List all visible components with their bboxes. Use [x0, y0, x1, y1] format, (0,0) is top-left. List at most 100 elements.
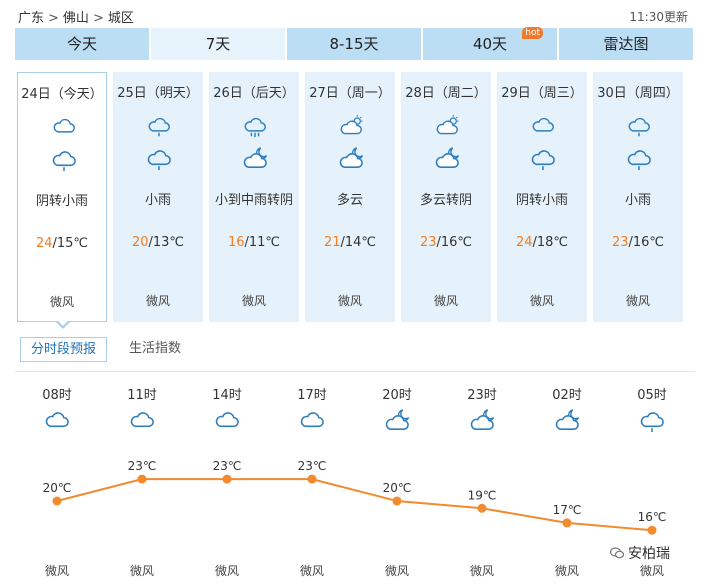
tab-label: 7天	[205, 35, 231, 53]
day-date: 28日（周二）	[405, 86, 487, 101]
hour-wind: 微风	[214, 564, 239, 578]
breadcrumb-separator: >	[92, 11, 104, 26]
breadcrumb-separator: >	[48, 11, 59, 26]
top-bar: 广东 > 佛山 > 城区 11:30更新	[0, 0, 708, 28]
low-temp: /14℃	[340, 235, 377, 250]
watermark: 安柏瑞	[610, 543, 670, 563]
tab-40-days[interactable]: 40天 hot	[423, 27, 557, 60]
cloudy-night-icon	[382, 408, 412, 434]
hour-time: 20时	[382, 388, 412, 403]
day-date: 26日（后天）	[213, 86, 295, 101]
cloudy-icon	[50, 115, 78, 139]
cloudy-icon	[212, 408, 242, 434]
hour-wind: 微风	[469, 564, 494, 578]
low-temp: /18℃	[532, 235, 569, 250]
hour-time: 14时	[212, 388, 242, 403]
day-card[interactable]: 24日（今天） 阴转小雨 24/15℃ 微风	[17, 72, 107, 322]
light-rain-icon	[625, 114, 653, 138]
tab-radar[interactable]: 雷达图	[559, 28, 693, 60]
day-weather: 小到中雨转阴	[214, 193, 293, 208]
day-wind: 微风	[625, 294, 650, 308]
tab-8-15-days[interactable]: 8-15天	[287, 28, 421, 60]
hour-wind: 微风	[299, 564, 324, 578]
tab-label: 40天	[472, 35, 508, 53]
light-rain-icon	[145, 146, 173, 172]
high-temp: 24	[35, 236, 53, 251]
hour-time: 11时	[127, 388, 157, 403]
high-temp: 24	[515, 235, 533, 250]
day-weather: 小雨	[624, 193, 651, 208]
cloudy-icon	[42, 408, 72, 434]
update-time: 11:30更新	[629, 10, 688, 24]
hour-time: 02时	[552, 388, 582, 403]
light-rain-icon	[50, 147, 78, 173]
day-weather: 多云转阴	[419, 193, 472, 208]
high-temp: 23	[611, 235, 629, 250]
wechat-logo-icon	[610, 547, 624, 559]
day-wind: 微风	[145, 294, 170, 308]
hour-wind: 微风	[384, 564, 409, 578]
low-temp: /15℃	[52, 236, 89, 251]
high-temp: 20	[131, 235, 149, 250]
moderate-rain-icon	[241, 114, 269, 138]
partly-cloudy-night-icon	[337, 146, 365, 172]
cloudy-night-icon	[467, 408, 497, 434]
day-card[interactable]: 25日（明天） 小雨 20/13℃ 微风	[113, 72, 203, 322]
high-temp: 21	[323, 235, 341, 250]
low-temp: /11℃	[244, 235, 281, 250]
day-weather: 多云	[336, 193, 363, 208]
high-temp: 23	[419, 235, 437, 250]
low-temp: /13℃	[148, 235, 185, 250]
sub-tabs: 分时段预报 生活指数	[20, 337, 203, 362]
high-temp: 16	[227, 235, 245, 250]
tab-life-index[interactable]: 生活指数	[119, 337, 191, 362]
day-wind: 微风	[337, 294, 362, 308]
breadcrumb-district[interactable]: 城区	[108, 11, 134, 26]
day-card[interactable]: 27日（周一） 多云 21/14℃ 微风	[305, 72, 395, 322]
day-card[interactable]: 26日（后天） 小到中雨转阴 16/11℃ 微风	[209, 72, 299, 322]
selected-day-pointer-fill	[57, 320, 69, 326]
breadcrumb-province[interactable]: 广东	[18, 11, 44, 26]
breadcrumb-city[interactable]: 佛山	[63, 11, 89, 26]
cloudy-night-icon	[552, 408, 582, 434]
hour-wind: 微风	[639, 564, 664, 578]
day-temperature: 23/16℃	[593, 235, 683, 250]
day-date: 30日（周四）	[597, 86, 679, 101]
day-date: 25日（明天）	[117, 86, 199, 101]
light-rain-icon	[625, 146, 653, 172]
forecast-tabs: 今天 7天 8-15天 40天 hot 雷达图	[15, 27, 693, 60]
day-weather: 小雨	[144, 193, 171, 208]
hot-badge: hot	[522, 27, 543, 39]
day-temperature: 20/13℃	[113, 235, 203, 250]
watermark-text: 安柏瑞	[628, 546, 670, 562]
hour-time: 05时	[637, 388, 667, 403]
low-temp: /16℃	[436, 235, 473, 250]
hour-wind: 微风	[129, 564, 154, 578]
day-card[interactable]: 30日（周四） 小雨 23/16℃ 微风	[593, 72, 683, 322]
day-date: 24日（今天）	[21, 87, 103, 102]
day-temperature: 21/14℃	[305, 235, 395, 250]
day-weather: 阴转小雨	[515, 193, 568, 208]
day-temperature: 23/16℃	[401, 235, 491, 250]
day-date: 29日（周三）	[501, 86, 583, 101]
cloudy-icon	[127, 408, 157, 434]
day-card[interactable]: 29日（周三） 阴转小雨 24/18℃ 微风	[497, 72, 587, 322]
day-card[interactable]: 28日（周二） 多云转阴 23/16℃ 微风	[401, 72, 491, 322]
tab-hourly-forecast[interactable]: 分时段预报	[20, 337, 108, 362]
partly-cloudy-day-icon	[337, 114, 365, 138]
cloudy-night-icon	[241, 146, 269, 172]
low-temp: /16℃	[628, 235, 665, 250]
tab-label: 8-15天	[329, 35, 379, 53]
day-wind: 微风	[433, 294, 458, 308]
day-weather: 阴转小雨	[35, 194, 88, 209]
hour-time: 17时	[297, 388, 327, 403]
tab-label: 雷达图	[603, 35, 649, 53]
tab-label: 今天	[66, 35, 97, 53]
hour-wind: 微风	[44, 564, 69, 578]
light-rain-icon	[637, 408, 667, 434]
light-rain-icon	[145, 114, 173, 138]
tab-today[interactable]: 今天	[15, 28, 149, 60]
day-temperature: 24/18℃	[497, 235, 587, 250]
cloudy-icon	[529, 114, 557, 138]
tab-7-days[interactable]: 7天	[151, 28, 285, 60]
